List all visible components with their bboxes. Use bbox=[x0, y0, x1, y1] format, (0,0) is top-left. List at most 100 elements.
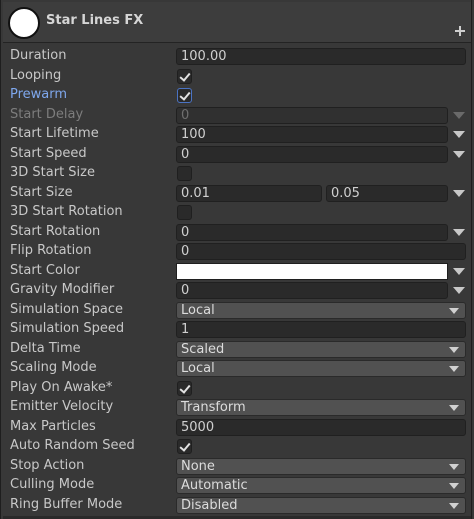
row-max-particles: Max Particles 5000 bbox=[1, 418, 474, 438]
row-looping: Looping bbox=[1, 67, 474, 87]
chevron-down-icon[interactable] bbox=[453, 267, 465, 275]
row-start-size: Start Size 0.01 0.05 bbox=[1, 184, 474, 204]
row-culling-mode: Culling Mode Automatic bbox=[1, 476, 474, 496]
chevron-down-icon bbox=[449, 463, 459, 470]
delta-time-dropdown[interactable]: Scaled bbox=[176, 340, 466, 358]
plus-icon[interactable] bbox=[455, 26, 465, 36]
auto-random-seed-label: Auto Random Seed bbox=[10, 438, 135, 453]
start-speed-label: Start Speed bbox=[10, 145, 87, 161]
module-header[interactable]: Star Lines FX bbox=[3, 2, 471, 43]
culling-mode-label: Culling Mode bbox=[10, 477, 95, 492]
row-duration: Duration 100.00 bbox=[1, 47, 474, 67]
prewarm-checkbox[interactable] bbox=[177, 88, 192, 103]
auto-random-seed-checkbox[interactable] bbox=[177, 439, 192, 454]
row-play-on-awake: Play On Awake* bbox=[1, 379, 474, 399]
stop-action-value: None bbox=[181, 458, 215, 474]
row-gravity-modifier: Gravity Modifier 0 bbox=[1, 281, 474, 301]
play-on-awake-label: Play On Awake* bbox=[10, 379, 113, 395]
chevron-down-icon[interactable] bbox=[453, 189, 465, 197]
ring-buffer-mode-value: Disabled bbox=[181, 497, 238, 513]
3d-start-size-label: 3D Start Size bbox=[10, 165, 95, 180]
start-size-max-field[interactable]: 0.05 bbox=[326, 184, 448, 202]
row-start-delay: Start Delay 0 bbox=[1, 106, 474, 126]
row-3d-start-rotation: 3D Start Rotation bbox=[1, 203, 474, 223]
chevron-down-icon bbox=[449, 366, 459, 372]
start-rotation-field[interactable]: 0 bbox=[176, 223, 448, 241]
culling-mode-dropdown[interactable]: Automatic bbox=[176, 477, 466, 494]
flip-rotation-field[interactable]: 0 bbox=[176, 243, 466, 260]
flip-rotation-label: Flip Rotation bbox=[10, 243, 92, 258]
chevron-down-icon[interactable] bbox=[453, 287, 465, 294]
module-title: Star Lines FX bbox=[46, 13, 144, 28]
start-size-min-field[interactable]: 0.01 bbox=[176, 184, 322, 202]
chevron-down-icon bbox=[449, 405, 459, 411]
row-start-rotation: Start Rotation 0 bbox=[1, 223, 474, 243]
chevron-down-icon bbox=[449, 346, 459, 353]
prewarm-label: Prewarm bbox=[10, 87, 68, 102]
row-simulation-space: Simulation Space Local bbox=[1, 301, 474, 321]
start-size-max[interactable]: 0.05 bbox=[326, 184, 448, 202]
stop-action-dropdown[interactable]: None bbox=[176, 457, 466, 475]
looping-label: Looping bbox=[10, 67, 62, 83]
start-lifetime-label: Start Lifetime bbox=[10, 126, 99, 141]
3d-start-rotation-label: 3D Start Rotation bbox=[10, 204, 123, 219]
emitter-velocity-value: Transform bbox=[181, 400, 246, 415]
gravity-modifier-field[interactable]: 0 bbox=[176, 282, 448, 299]
3d-start-rotation-checkbox[interactable] bbox=[177, 205, 192, 220]
emitter-velocity-dropdown[interactable]: Transform bbox=[176, 399, 466, 416]
start-size-min[interactable]: 0.01 bbox=[176, 184, 322, 202]
chevron-down-icon[interactable] bbox=[453, 131, 465, 138]
duration-label: Duration bbox=[10, 48, 67, 63]
row-scaling-mode: Scaling Mode Local bbox=[1, 359, 474, 379]
start-delay-field: 0 bbox=[176, 106, 448, 124]
row-prewarm: Prewarm bbox=[1, 86, 474, 106]
ring-buffer-mode-label: Ring Buffer Mode bbox=[10, 496, 123, 512]
start-delay-label: Start Delay bbox=[10, 106, 84, 122]
chevron-down-icon[interactable] bbox=[453, 228, 465, 236]
culling-mode-value: Automatic bbox=[181, 478, 248, 493]
play-on-awake-checkbox[interactable] bbox=[177, 380, 192, 396]
gravity-modifier-label: Gravity Modifier bbox=[10, 282, 115, 297]
chevron-down-icon bbox=[449, 502, 459, 509]
simulation-space-label: Simulation Space bbox=[10, 301, 123, 317]
start-rotation-label: Start Rotation bbox=[10, 223, 101, 239]
ring-buffer-mode-dropdown[interactable]: Disabled bbox=[176, 496, 466, 514]
looping-checkbox[interactable] bbox=[177, 68, 192, 84]
chevron-down-icon[interactable] bbox=[453, 150, 465, 158]
emitter-velocity-label: Emitter Velocity bbox=[10, 399, 114, 414]
row-stop-action: Stop Action None bbox=[1, 457, 474, 477]
row-start-speed: Start Speed 0 bbox=[1, 145, 474, 165]
start-color-label: Start Color bbox=[10, 262, 80, 278]
row-3d-start-size: 3D Start Size bbox=[1, 164, 474, 184]
delta-time-label: Delta Time bbox=[10, 340, 81, 356]
row-simulation-speed: Simulation Speed 1 bbox=[1, 320, 474, 340]
stop-action-label: Stop Action bbox=[10, 457, 85, 473]
simulation-speed-field[interactable]: 1 bbox=[176, 321, 466, 338]
scaling-mode-value: Local bbox=[181, 361, 215, 376]
max-particles-label: Max Particles bbox=[10, 418, 96, 434]
start-size-label: Start Size bbox=[10, 184, 73, 200]
white-circle-icon bbox=[8, 7, 40, 39]
max-particles-field[interactable]: 5000 bbox=[176, 418, 466, 436]
duration-field[interactable]: 100.00 bbox=[176, 48, 466, 65]
row-flip-rotation: Flip Rotation 0 bbox=[1, 242, 474, 262]
row-ring-buffer-mode: Ring Buffer Mode Disabled bbox=[1, 496, 474, 516]
row-delta-time: Delta Time Scaled bbox=[1, 340, 474, 360]
scaling-mode-label: Scaling Mode bbox=[10, 360, 97, 375]
start-color-swatch[interactable] bbox=[176, 262, 448, 280]
delta-time-value: Scaled bbox=[181, 341, 225, 357]
row-auto-random-seed: Auto Random Seed bbox=[1, 437, 474, 457]
simulation-space-value: Local bbox=[181, 302, 215, 318]
start-lifetime-field[interactable]: 100 bbox=[176, 126, 448, 143]
start-speed-field[interactable]: 0 bbox=[176, 145, 448, 163]
chevron-down-icon bbox=[453, 111, 465, 119]
row-emitter-velocity: Emitter Velocity Transform bbox=[1, 398, 474, 418]
row-start-color: Start Color bbox=[1, 262, 474, 282]
row-start-lifetime: Start Lifetime 100 bbox=[1, 125, 474, 145]
simulation-speed-label: Simulation Speed bbox=[10, 321, 125, 336]
3d-start-size-checkbox[interactable] bbox=[177, 166, 192, 181]
chevron-down-icon bbox=[449, 483, 459, 489]
simulation-space-dropdown[interactable]: Local bbox=[176, 301, 466, 319]
chevron-down-icon bbox=[449, 307, 459, 314]
scaling-mode-dropdown[interactable]: Local bbox=[176, 360, 466, 377]
